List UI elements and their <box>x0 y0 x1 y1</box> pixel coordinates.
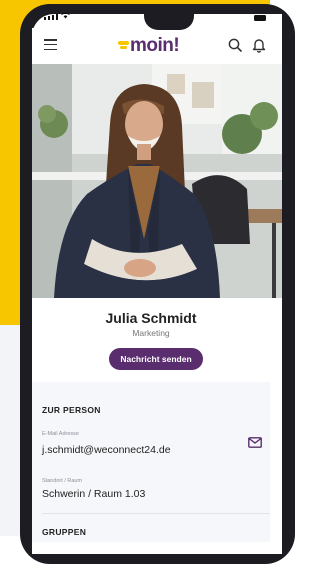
email-label: E-Mail Adresse <box>42 431 79 437</box>
app-header: moin! <box>32 28 282 64</box>
mail-icon[interactable] <box>248 437 262 448</box>
profile-photo <box>32 64 282 298</box>
section-title-about: ZUR PERSON <box>42 405 101 415</box>
battery-icon <box>254 15 266 21</box>
phone-notch <box>144 4 194 30</box>
hamburger-menu-icon[interactable] <box>44 39 57 51</box>
section-divider <box>42 513 270 514</box>
profile-card: Julia Schmidt Marketing Nachricht senden <box>32 298 270 382</box>
location-label: Standort / Raum <box>42 478 83 484</box>
signal-icon <box>44 14 58 20</box>
email-value[interactable]: j.schmidt@weconnect24.de <box>42 444 171 456</box>
profile-department: Marketing <box>132 328 170 338</box>
logo-mark-icon <box>118 41 129 51</box>
person-details: ZUR PERSON E-Mail Adresse j.schmidt@weco… <box>32 382 270 542</box>
wifi-icon <box>61 12 70 21</box>
location-value: Schwerin / Raum 1.03 <box>42 488 146 500</box>
search-icon[interactable] <box>228 38 242 52</box>
logo-text: moin! <box>130 35 180 56</box>
send-message-button[interactable]: Nachricht senden <box>109 348 203 370</box>
moin-logo[interactable]: moin! <box>118 32 180 60</box>
profile-name: Julia Schmidt <box>105 310 197 326</box>
bell-icon[interactable] <box>252 37 266 53</box>
